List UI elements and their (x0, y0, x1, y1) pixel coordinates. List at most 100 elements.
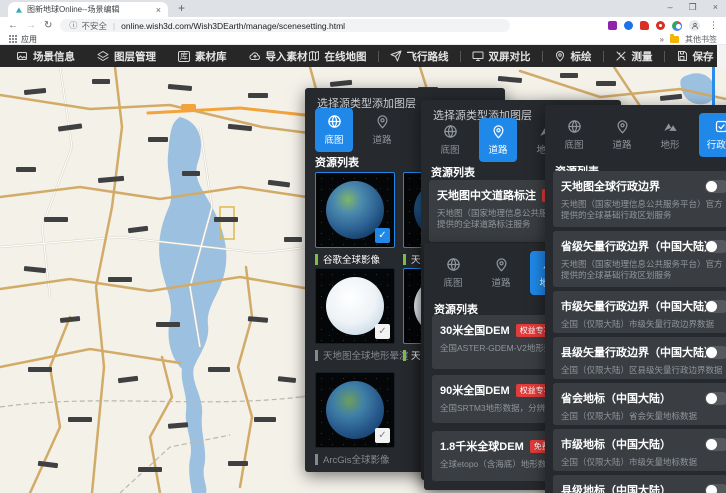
toggle-off[interactable] (705, 180, 726, 193)
map-blue-edge-line (712, 67, 715, 107)
tab-strip: 图新地球Online--场景编辑 × + – ❐ × (0, 0, 726, 17)
extension-icon-4[interactable] (656, 21, 665, 30)
page-info-icon[interactable]: ⓘ (69, 20, 77, 31)
toolbar-edge-strip (717, 45, 726, 67)
tab-road[interactable]: 道路 (603, 113, 641, 157)
toolbar-flight-route[interactable]: 飞行路线 (390, 49, 449, 64)
reload-button[interactable]: ↻ (44, 20, 52, 31)
toolbar-separator (663, 50, 665, 62)
toolbar-measure[interactable]: 测量 (615, 49, 653, 64)
globe-icon (443, 124, 458, 139)
district-icon (714, 119, 726, 134)
window-maximize-button[interactable]: ❐ (689, 2, 697, 13)
tab-district[interactable]: 行政区 (699, 113, 726, 157)
checkbox-unselected[interactable]: ✓ (375, 428, 390, 443)
tab-basemap[interactable]: 底图 (434, 251, 472, 295)
toolbar-online-map[interactable]: 在线地图 (308, 49, 367, 64)
monitor-icon (472, 50, 484, 62)
pin-icon (554, 50, 566, 62)
resource-card-province-boundary[interactable]: 省级矢量行政边界（中国大陆） 天地图（国家地理信息公共服务平台）官方提供的全球基… (553, 231, 726, 287)
address-bar[interactable]: ⓘ 不安全 | online.wish3d.com/Wish3DEarth/ma… (60, 19, 511, 32)
browser-window: 图新地球Online--场景编辑 × + – ❐ × ← → ↻ ⓘ 不安全 |… (0, 0, 726, 493)
map-road-badge (181, 104, 196, 112)
tab-basemap[interactable]: 底图 (555, 113, 593, 157)
resource-thumb-arcgis-imagery[interactable]: ✓ (315, 372, 395, 448)
pin-icon (375, 114, 390, 129)
toggle-off[interactable] (705, 484, 726, 493)
pin-icon (494, 257, 509, 272)
profile-avatar[interactable] (689, 20, 700, 31)
map-icon (308, 50, 320, 62)
plane-icon (390, 50, 402, 62)
omnibox-divider: | (112, 20, 116, 31)
toolbar-plot[interactable]: 标绘 (554, 49, 592, 64)
toolbar-material-library[interactable]: 库 素材库 (178, 49, 227, 64)
resource-card-city-boundary[interactable]: 市级矢量行政边界（中国大陆） 全国（仅限大陆）市级矢量行政边界数据 (553, 291, 726, 333)
layers-icon (97, 50, 109, 62)
url-text: online.wish3d.com/Wish3DEarth/manage/sce… (121, 20, 346, 31)
accent-bar (403, 253, 406, 265)
toggle-off[interactable] (705, 240, 726, 253)
resource-card-county-landmark[interactable]: 县级地标（中国大陆） 全国（仅限大陆）县级矢量地标数据 (553, 475, 726, 493)
tab-basemap[interactable]: 底图 (315, 108, 353, 152)
security-label: 不安全 (81, 20, 107, 31)
checkbox-unselected[interactable]: ✓ (375, 324, 390, 339)
accent-bar (403, 349, 406, 361)
toggle-off[interactable] (705, 300, 726, 313)
toggle-off[interactable] (705, 438, 726, 451)
apps-grid-icon[interactable] (9, 35, 17, 43)
pin-icon (615, 119, 630, 134)
globe-icon (567, 119, 582, 134)
browser-menu-icon[interactable]: ⋮ (709, 20, 718, 31)
resource-thumb-tianditu-hillshade[interactable]: ✓ (315, 268, 395, 344)
extension-icon-2[interactable] (624, 21, 633, 30)
other-bookmarks[interactable]: 其他书签 (685, 34, 717, 45)
mountain-icon (663, 119, 678, 134)
toolbar-scene-info[interactable]: 场景信息 (16, 49, 75, 64)
accent-bar (315, 349, 318, 361)
extension-icon-3[interactable] (640, 21, 649, 30)
tab-title: 图新地球Online--场景编辑 (27, 5, 120, 14)
resource-card-global-admin-boundary[interactable]: 天地图全球行政边界 天地图（国家地理信息公共服务平台）官方提供的全球基础行政区划… (553, 171, 726, 227)
tab-road[interactable]: 道路 (479, 118, 517, 162)
resource-thumb-google-imagery[interactable]: ✓ (315, 172, 395, 248)
globe-icon (446, 257, 461, 272)
toggle-off[interactable] (705, 392, 726, 405)
resource-label: 谷歌全球影像 (315, 252, 380, 266)
resource-card-capital-landmark[interactable]: 省会地标（中国大陆） 全国（仅限大陆）省会矢量地标数据 (553, 383, 726, 425)
browser-tab[interactable]: 图新地球Online--场景编辑 × (8, 2, 168, 17)
window-minimize-button[interactable]: – (668, 2, 673, 13)
chrome-icon[interactable] (672, 20, 682, 31)
save-icon (676, 50, 688, 62)
bookmarks-bar: 应用 » 其他书签 (0, 33, 726, 45)
toolbar-layer-manage[interactable]: 图层管理 (97, 49, 156, 64)
tab-road[interactable]: 道路 (482, 251, 520, 295)
tab-close-icon[interactable]: × (156, 5, 161, 14)
toolbar-save[interactable]: 保存 (676, 49, 714, 64)
tab-basemap[interactable]: 底图 (431, 118, 469, 162)
toolbar-import-material[interactable]: 导入素材 (249, 49, 308, 64)
new-tab-button[interactable]: + (178, 1, 185, 15)
toolbar-dual-screen-compare[interactable]: 双屏对比 (472, 49, 531, 64)
window-close-button[interactable]: × (713, 2, 718, 13)
library-icon: 库 (178, 50, 190, 62)
tab-terrain[interactable]: 地形 (651, 113, 689, 157)
extension-icon-1[interactable] (608, 21, 617, 30)
apps-bookmark[interactable]: 应用 (21, 34, 37, 45)
toggle-off[interactable] (705, 346, 726, 359)
resource-card-city-landmark[interactable]: 市级地标（中国大陆） 全国（仅限大陆）市级矢量地标数据 (553, 429, 726, 471)
accent-bar (315, 453, 318, 465)
folder-icon (670, 33, 679, 43)
resource-card-county-boundary[interactable]: 县级矢量行政边界（中国大陆） 全国（仅限大陆）区县级矢量行政边界数据 (553, 337, 726, 379)
forward-button[interactable]: → (26, 20, 36, 31)
bookmarks-overflow-icon[interactable]: » (660, 35, 664, 44)
toolbar-separator (377, 50, 379, 62)
checkbox-checked[interactable]: ✓ (375, 228, 390, 243)
browser-toolbar: ← → ↻ ⓘ 不安全 | online.wish3d.com/Wish3DEa… (0, 17, 726, 34)
app-toolbar: 场景信息 图层管理 库 素材库 导入素材 在线地图 飞行路线 双屏对比 标绘 测… (0, 45, 717, 67)
tab-road[interactable]: 道路 (363, 108, 401, 152)
measure-icon (615, 50, 627, 62)
back-button[interactable]: ← (8, 20, 18, 31)
pin-icon (491, 124, 506, 139)
toolbar-separator (459, 50, 461, 62)
